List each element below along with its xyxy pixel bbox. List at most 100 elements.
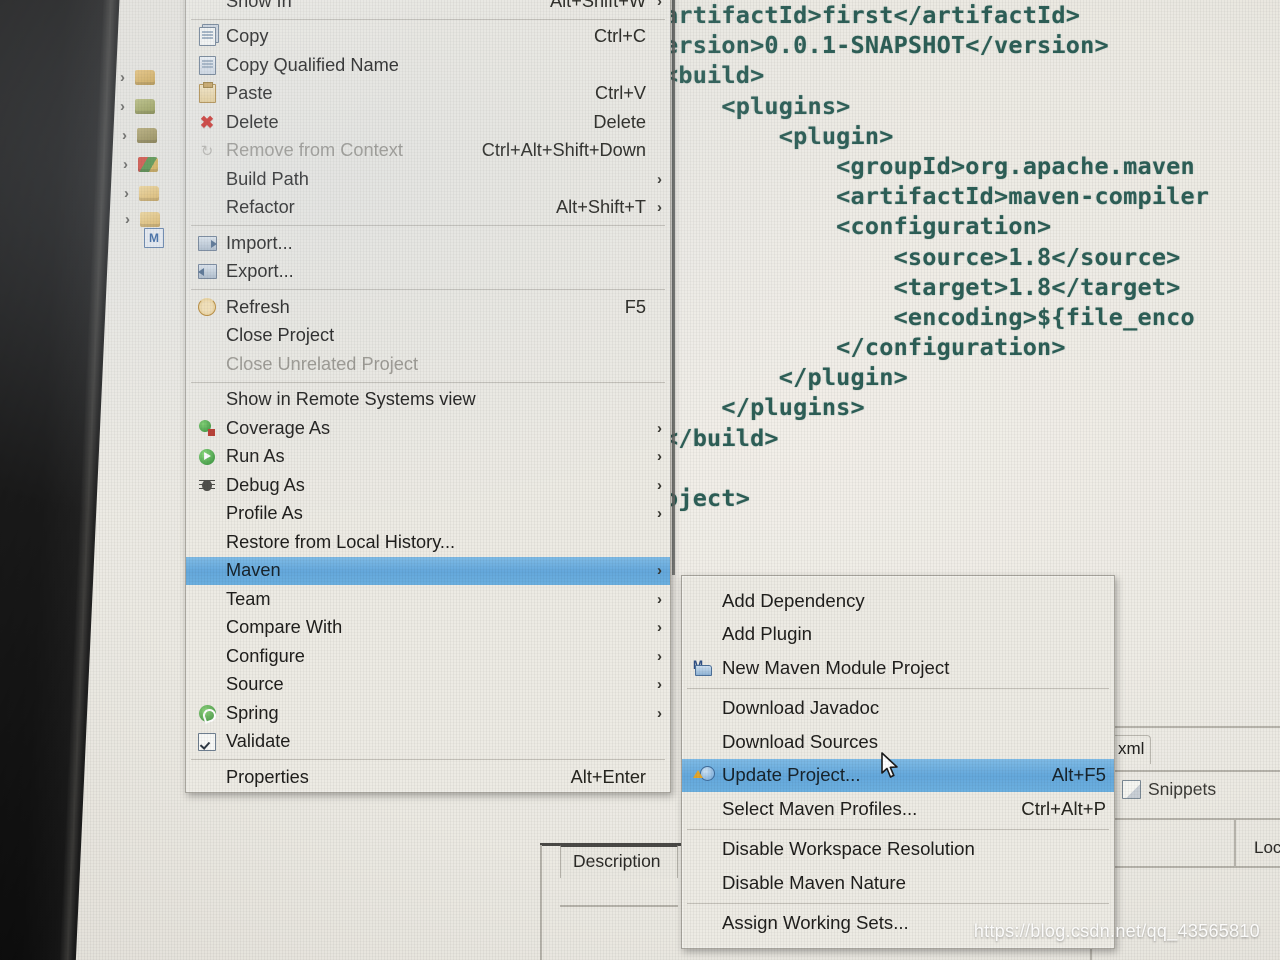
menu-item-label: Remove from Context bbox=[226, 140, 403, 161]
menu-item-refresh[interactable]: Refresh F5 › bbox=[186, 293, 670, 322]
snippets-view-tab[interactable]: Snippets bbox=[1122, 779, 1216, 800]
tree-twisty-icon[interactable]: › bbox=[124, 186, 129, 201]
menu-item-label: Download Sources bbox=[722, 730, 879, 752]
chevron-right-icon: › bbox=[657, 562, 662, 580]
tree-row-pom[interactable]: M bbox=[144, 228, 164, 248]
tree-row[interactable]: › bbox=[123, 157, 158, 172]
description-tab[interactable]: Description bbox=[560, 845, 678, 878]
tree-twisty-icon[interactable]: › bbox=[123, 157, 128, 172]
menu-item-label: Import... bbox=[226, 232, 293, 253]
menu-item-label: Compare With bbox=[226, 617, 343, 638]
submenu-item-add-plugin[interactable]: Add Plugin bbox=[682, 618, 1114, 652]
code-line: <artifactId>maven-compiler bbox=[664, 182, 1210, 211]
menu-item-import[interactable]: Import... › bbox=[186, 229, 670, 258]
chevron-right-icon: › bbox=[657, 619, 662, 637]
tree-twisty-icon[interactable]: › bbox=[122, 128, 127, 143]
menu-item-label: Validate bbox=[226, 731, 291, 752]
menu-item-spring[interactable]: Spring › bbox=[186, 699, 670, 728]
menu-item-label: Close Unrelated Project bbox=[226, 353, 419, 374]
menu-item-close-unrelated-project: Close Unrelated Project › bbox=[186, 350, 670, 379]
menu-item-delete[interactable]: ✖ Delete Delete › bbox=[186, 108, 670, 137]
menu-item-coverage-as[interactable]: Coverage As › bbox=[186, 414, 670, 443]
spring-leaf-icon bbox=[196, 704, 218, 722]
folder-icon bbox=[137, 128, 157, 143]
paste-icon bbox=[196, 82, 218, 104]
menu-item-properties[interactable]: Properties Alt+Enter › bbox=[186, 763, 670, 792]
tree-row[interactable]: › bbox=[125, 212, 160, 227]
menu-item-label: Add Plugin bbox=[722, 623, 812, 645]
export-icon bbox=[196, 263, 218, 281]
run-icon bbox=[196, 448, 218, 466]
tree-row[interactable]: › bbox=[120, 99, 155, 114]
menu-icon bbox=[692, 592, 714, 610]
menu-separator bbox=[191, 381, 665, 383]
submenu-item-disable-workspace-resolution[interactable]: Disable Workspace Resolution bbox=[682, 833, 1114, 867]
chevron-right-icon: › bbox=[657, 505, 662, 523]
menu-item-accel: Ctrl+Alt+P bbox=[1021, 797, 1106, 819]
menu-item-label: Disable Maven Nature bbox=[722, 871, 906, 893]
menu-item-export[interactable]: Export... › bbox=[186, 258, 670, 287]
menu-icon bbox=[196, 590, 218, 608]
tree-twisty-icon[interactable]: › bbox=[120, 99, 125, 114]
menu-item-show-in-remote-systems-view[interactable]: Show in Remote Systems view › bbox=[186, 386, 670, 415]
tree-row[interactable]: › bbox=[120, 70, 155, 85]
column-divider bbox=[1234, 818, 1236, 868]
folder-icon bbox=[135, 99, 155, 114]
tree-twisty-icon[interactable]: › bbox=[120, 70, 125, 85]
menu-item-label: Export... bbox=[226, 261, 294, 282]
menu-icon bbox=[692, 914, 714, 932]
menu-item-compare-with[interactable]: Compare With › bbox=[186, 614, 670, 643]
menu-item-maven[interactable]: Maven › bbox=[186, 556, 670, 585]
tree-row[interactable]: › bbox=[124, 186, 159, 201]
folder-icon bbox=[135, 70, 155, 85]
menu-icon bbox=[196, 170, 218, 188]
menu-item-accel: F5 bbox=[624, 296, 646, 317]
menu-item-run-as[interactable]: Run As › bbox=[186, 443, 670, 472]
menu-item-copy[interactable]: Copy Ctrl+C › bbox=[186, 23, 670, 52]
submenu-item-disable-maven-nature[interactable]: Disable Maven Nature bbox=[682, 866, 1114, 900]
menu-item-team[interactable]: Team › bbox=[186, 585, 670, 614]
menu-item-validate[interactable]: Validate › bbox=[186, 728, 670, 757]
column-header-loc[interactable]: Loc bbox=[1254, 838, 1280, 858]
menu-item-profile-as[interactable]: Profile As › bbox=[186, 500, 670, 529]
folder-icon bbox=[139, 186, 159, 201]
xml-editor-code[interactable]: artifactId>first</artifactId> ersion>0.0.… bbox=[664, 0, 1280, 513]
menu-item-configure[interactable]: Configure › bbox=[186, 642, 670, 671]
menu-item-close-project[interactable]: Close Project › bbox=[186, 322, 670, 351]
menu-item-build-path[interactable]: Build Path › bbox=[186, 165, 670, 194]
menu-item-restore-from-local-history[interactable]: Restore from Local History... › bbox=[186, 528, 670, 557]
menu-icon bbox=[692, 625, 714, 643]
menu-icon bbox=[196, 768, 218, 786]
chevron-right-icon: › bbox=[657, 448, 662, 466]
menu-item-debug-as[interactable]: Debug As › bbox=[186, 471, 670, 500]
menu-item-label: Configure bbox=[226, 645, 305, 666]
menu-item-label: Source bbox=[226, 674, 284, 695]
menu-item-label: Team bbox=[226, 588, 271, 609]
description-panel-left bbox=[540, 845, 542, 960]
watermark: https://blog.csdn.net/qq_43565810 bbox=[973, 921, 1260, 941]
context-menu[interactable]: Show In Alt+Shift+W › Copy Ctrl+C › Copy… bbox=[185, 0, 671, 793]
menu-separator bbox=[191, 759, 665, 760]
menu-item-copy-qualified-name[interactable]: Copy Qualified Name › bbox=[186, 51, 670, 80]
menu-item-accel: Ctrl+V bbox=[594, 83, 646, 104]
submenu-item-select-maven-profiles[interactable]: Select Maven Profiles... Ctrl+Alt+P bbox=[682, 792, 1114, 826]
copy-icon bbox=[196, 27, 218, 47]
tree-twisty-icon[interactable]: › bbox=[125, 212, 130, 227]
copy-qualified-icon bbox=[196, 55, 218, 75]
menu-item-paste[interactable]: Paste Ctrl+V › bbox=[186, 80, 670, 109]
tab-xml[interactable]: xml bbox=[1110, 735, 1152, 764]
tree-row[interactable]: › bbox=[122, 128, 157, 143]
menu-item-refactor[interactable]: Refactor Alt+Shift+T › bbox=[186, 194, 670, 223]
menu-icon bbox=[196, 647, 218, 665]
menu-item-show-in[interactable]: Show In Alt+Shift+W › bbox=[186, 0, 670, 16]
menu-item-label: Disable Workspace Resolution bbox=[722, 838, 975, 860]
menu-separator bbox=[687, 687, 1109, 689]
menu-item-source[interactable]: Source › bbox=[186, 671, 670, 700]
submenu-item-download-javadoc[interactable]: Download Javadoc bbox=[682, 692, 1114, 726]
submenu-item-add-dependency[interactable]: Add Dependency bbox=[682, 584, 1114, 618]
description-panel-rule bbox=[560, 905, 678, 907]
menu-item-accel: Ctrl+C bbox=[593, 26, 646, 47]
menu-item-accel: Alt+Enter bbox=[570, 766, 646, 787]
submenu-item-new-maven-module-project[interactable]: New Maven Module Project bbox=[682, 651, 1114, 685]
